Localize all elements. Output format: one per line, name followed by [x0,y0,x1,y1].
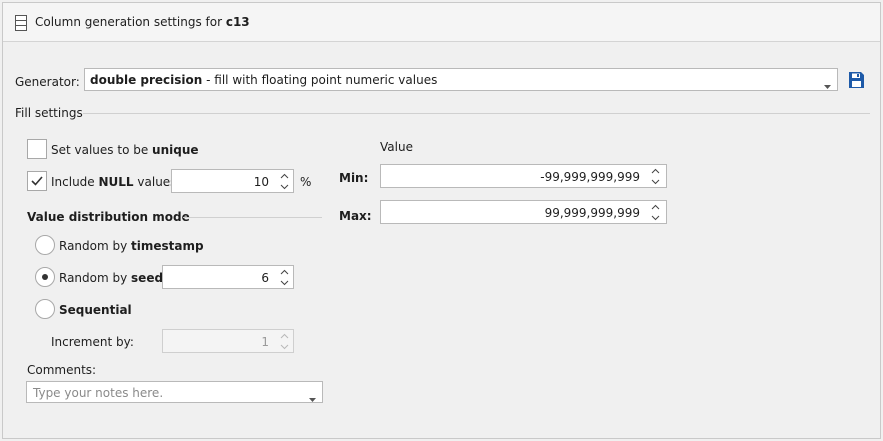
min-input[interactable]: -99,999,999,999 [380,164,667,188]
value-title: Value [380,140,413,154]
fill-settings-title: Fill settings [15,106,83,120]
seed-spinner[interactable] [280,269,289,286]
sequential-radio[interactable] [35,299,55,319]
increment-label: Increment by: [51,335,134,349]
distribution-title: Value distribution mode [27,210,190,224]
unique-checkbox[interactable] [27,139,47,159]
save-icon[interactable] [849,72,864,91]
include-null-label: Include NULL values [51,175,177,189]
max-input[interactable]: 99,999,999,999 [380,200,667,224]
max-label: Max: [339,209,372,223]
generator-select[interactable]: double precision - fill with floating po… [84,68,838,91]
null-percent-spinner[interactable] [280,173,289,190]
unique-label: Set values to be unique [51,143,199,157]
generator-type: double precision [90,73,203,87]
checkmark-icon [31,176,43,186]
min-spinner[interactable] [651,168,660,185]
column-name: c13 [225,15,250,29]
random-seed-label: Random by seed [59,271,164,285]
increment-spinner[interactable] [280,333,289,350]
fill-settings-divider [83,113,870,114]
min-label: Min: [339,171,369,185]
radio-selected-dot [42,274,48,280]
increment-input[interactable]: 1 [162,329,294,353]
sequential-label: Sequential [59,303,132,317]
comments-label: Comments: [27,363,97,377]
distribution-divider [183,217,322,218]
seed-input[interactable]: 6 [162,265,294,289]
comments-input[interactable]: Type your notes here. [26,381,323,403]
random-timestamp-label: Random by timestamp [59,239,204,253]
random-timestamp-radio[interactable] [35,235,55,255]
generator-label: Generator: [15,75,80,89]
random-seed-radio[interactable] [35,267,55,287]
panel-title: Column generation settings for c13 [35,15,250,29]
settings-panel: Column generation settings for c13 Gener… [2,2,881,439]
generator-description: - fill with floating point numeric value… [202,73,438,87]
chevron-down-icon [824,78,831,92]
comments-placeholder: Type your notes here. [33,386,164,400]
percent-unit: % [300,175,312,189]
panel-header: Column generation settings for c13 [3,3,880,42]
include-null-checkbox[interactable] [27,171,47,191]
chevron-down-icon [309,391,316,405]
null-percent-input[interactable]: 10 [171,169,294,193]
columns-icon [15,15,27,31]
max-spinner[interactable] [651,204,660,221]
